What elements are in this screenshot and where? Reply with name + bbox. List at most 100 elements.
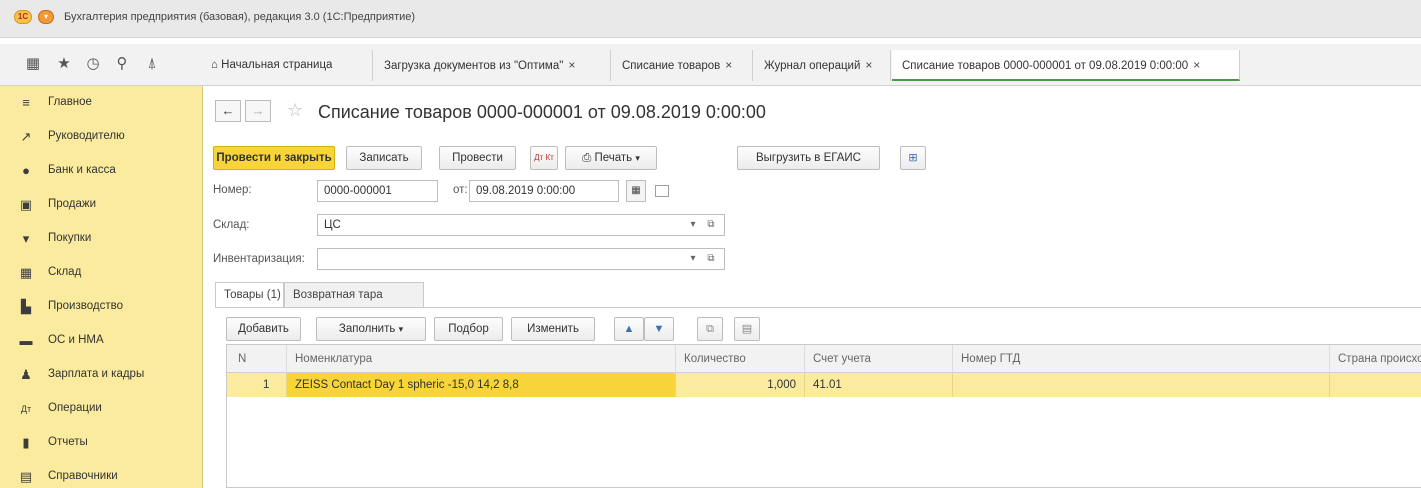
bell-icon[interactable]: ⍋: [141, 53, 163, 75]
cell-country[interactable]: [1330, 373, 1421, 397]
close-icon[interactable]: ×: [1193, 58, 1200, 72]
close-icon[interactable]: ×: [725, 58, 732, 72]
open-link-icon[interactable]: ⧉: [703, 216, 719, 234]
sidebar-item-label: Справочники: [48, 470, 118, 482]
column-header-gtd[interactable]: Номер ГТД: [953, 345, 1330, 373]
document-form: ← → ☆ Списание товаров 0000-000001 от 09…: [203, 86, 1421, 488]
tab-operations-journal[interactable]: Журнал операций ×: [754, 50, 891, 81]
apps-grid-icon[interactable]: ▦: [22, 53, 44, 75]
dropdown-icon[interactable]: ▾: [685, 250, 701, 268]
sidebar-item-payroll[interactable]: ♟ Зарплата и кадры: [0, 358, 203, 392]
date-field[interactable]: 09.08.2019 0:00:00: [469, 180, 619, 202]
tab-write-off-document[interactable]: Списание товаров 0000-000001 от 09.08.20…: [892, 50, 1240, 81]
close-icon[interactable]: ×: [568, 58, 575, 72]
cell-quantity[interactable]: 1,000: [676, 373, 805, 397]
sidebar-item-sales[interactable]: ▣ Продажи: [0, 188, 203, 222]
tab-label: Загрузка документов из "Оптима": [384, 60, 564, 72]
tab-write-off-list[interactable]: Списание товаров ×: [612, 50, 753, 81]
cell-item[interactable]: ZEISS Contact Day 1 spheric -15,0 14,2 8…: [287, 373, 676, 397]
column-header-country[interactable]: Страна происхождения: [1330, 345, 1421, 373]
home-icon: ⌂: [211, 59, 218, 71]
sidebar-item-main[interactable]: ≡ Главное: [0, 86, 203, 120]
paste-icon[interactable]: ▤: [734, 317, 760, 341]
move-up-icon[interactable]: ▲: [614, 317, 644, 341]
export-egais-button[interactable]: Выгрузить в ЕГАИС: [737, 146, 880, 170]
print-label: Печать: [594, 152, 633, 164]
dt-kt-icon: Дт: [20, 404, 32, 414]
open-link-icon[interactable]: ⧉: [703, 250, 719, 268]
cart-icon: ▾: [22, 231, 30, 246]
sidebar-item-bank[interactable]: ● Банк и касса: [0, 154, 203, 188]
sidebar-item-production[interactable]: ▙ Производство: [0, 290, 203, 324]
fill-button[interactable]: Заполнить ▾: [316, 317, 426, 341]
shopping-bag-icon: ▣: [19, 197, 33, 212]
close-icon[interactable]: ×: [865, 58, 872, 72]
cell-n: 1: [227, 373, 287, 397]
column-header-quantity[interactable]: Количество: [676, 345, 805, 373]
sidebar: ≡ Главное ↗ Руководителю ● Банк и касса …: [0, 86, 203, 488]
tab-bar: ▦ ★ ◷ ⚲ ⍋ ⌂ Начальная страница Загрузка …: [0, 44, 1421, 86]
save-button[interactable]: Записать: [346, 146, 422, 170]
change-button[interactable]: Изменить: [511, 317, 595, 341]
copy-icon[interactable]: ⧉: [697, 317, 723, 341]
window-title-bar: 1С ▾ Бухгалтерия предприятия (базовая), …: [0, 0, 1421, 38]
dropdown-icon[interactable]: ▾: [685, 216, 701, 234]
bar-chart-icon: ▮: [22, 435, 30, 450]
sidebar-item-purchases[interactable]: ▾ Покупки: [0, 222, 203, 256]
number-label: Номер:: [213, 184, 252, 196]
window-title: Бухгалтерия предприятия (базовая), редак…: [64, 11, 416, 23]
sidebar-item-operations[interactable]: Дт Операции: [0, 392, 203, 426]
column-header-account[interactable]: Счет учета: [805, 345, 953, 373]
tab-optima-import[interactable]: Загрузка документов из "Оптима" ×: [374, 50, 611, 81]
inventory-field[interactable]: [317, 248, 725, 270]
tab-label: Списание товаров 0000-000001 от 09.08.20…: [902, 60, 1189, 72]
print-button[interactable]: ⎙ Печать ▾: [565, 146, 657, 170]
table-row[interactable]: 1 ZEISS Contact Day 1 spheric -15,0 14,2…: [227, 373, 1421, 397]
main-menu-button[interactable]: ▾: [38, 10, 54, 24]
warehouse-field[interactable]: ЦС: [317, 214, 725, 236]
factory-icon: ▙: [21, 299, 31, 314]
calendar-icon[interactable]: ▦: [626, 180, 646, 202]
warehouse-label: Склад:: [213, 219, 250, 231]
pick-button[interactable]: Подбор: [434, 317, 503, 341]
trend-chart-icon: ↗: [20, 129, 32, 144]
post-and-close-button[interactable]: Провести и закрыть: [213, 146, 335, 170]
date-label: от:: [453, 184, 468, 196]
search-icon[interactable]: ⚲: [111, 53, 133, 75]
sidebar-item-fixed-assets[interactable]: ▬ ОС и НМА: [0, 324, 203, 358]
sidebar-item-reports[interactable]: ▮ Отчеты: [0, 426, 203, 460]
chevron-down-icon: ▾: [398, 324, 404, 334]
sidebar-item-label: Главное: [48, 96, 92, 108]
history-icon[interactable]: ◷: [82, 53, 104, 75]
sidebar-item-label: Зарплата и кадры: [48, 368, 145, 380]
column-header-item[interactable]: Номенклатура: [287, 345, 676, 373]
page-title: Списание товаров 0000-000001 от 09.08.20…: [318, 102, 766, 122]
tab-goods[interactable]: Товары (1): [215, 282, 284, 308]
chevron-down-icon: ▾: [635, 153, 640, 163]
cell-gtd[interactable]: [953, 373, 1330, 397]
back-button[interactable]: ←: [215, 100, 241, 122]
cell-account[interactable]: 41.01: [805, 373, 953, 397]
number-field[interactable]: 0000-000001: [317, 180, 438, 202]
add-button[interactable]: Добавить: [226, 317, 301, 341]
sidebar-item-warehouse[interactable]: ▦ Склад: [0, 256, 203, 290]
favorite-star-icon[interactable]: ☆: [287, 100, 303, 121]
tab-returnable-packaging[interactable]: Возвратная тара: [284, 282, 424, 308]
comment-icon[interactable]: [655, 185, 669, 197]
move-down-icon[interactable]: ▼: [644, 317, 674, 341]
column-header-n[interactable]: N: [227, 345, 287, 373]
table-header: N Номенклатура Количество Счет учета Ном…: [227, 345, 1421, 373]
sidebar-item-references[interactable]: ▤ Справочники: [0, 460, 203, 488]
forward-button[interactable]: →: [245, 100, 271, 122]
warehouse-icon: ▦: [19, 265, 33, 280]
post-button[interactable]: Провести: [439, 146, 516, 170]
sidebar-item-manager[interactable]: ↗ Руководителю: [0, 120, 203, 154]
app-logo-icon: 1С: [14, 10, 32, 24]
star-icon[interactable]: ★: [53, 53, 75, 75]
sidebar-item-label: ОС и НМА: [48, 334, 104, 346]
structure-icon[interactable]: ⊞: [900, 146, 926, 170]
sidebar-item-label: Склад: [48, 266, 82, 278]
dt-kt-button[interactable]: Дт Кт: [530, 146, 558, 170]
tab-home[interactable]: ⌂ Начальная страница: [203, 50, 373, 81]
sidebar-item-label: Покупки: [48, 232, 92, 244]
